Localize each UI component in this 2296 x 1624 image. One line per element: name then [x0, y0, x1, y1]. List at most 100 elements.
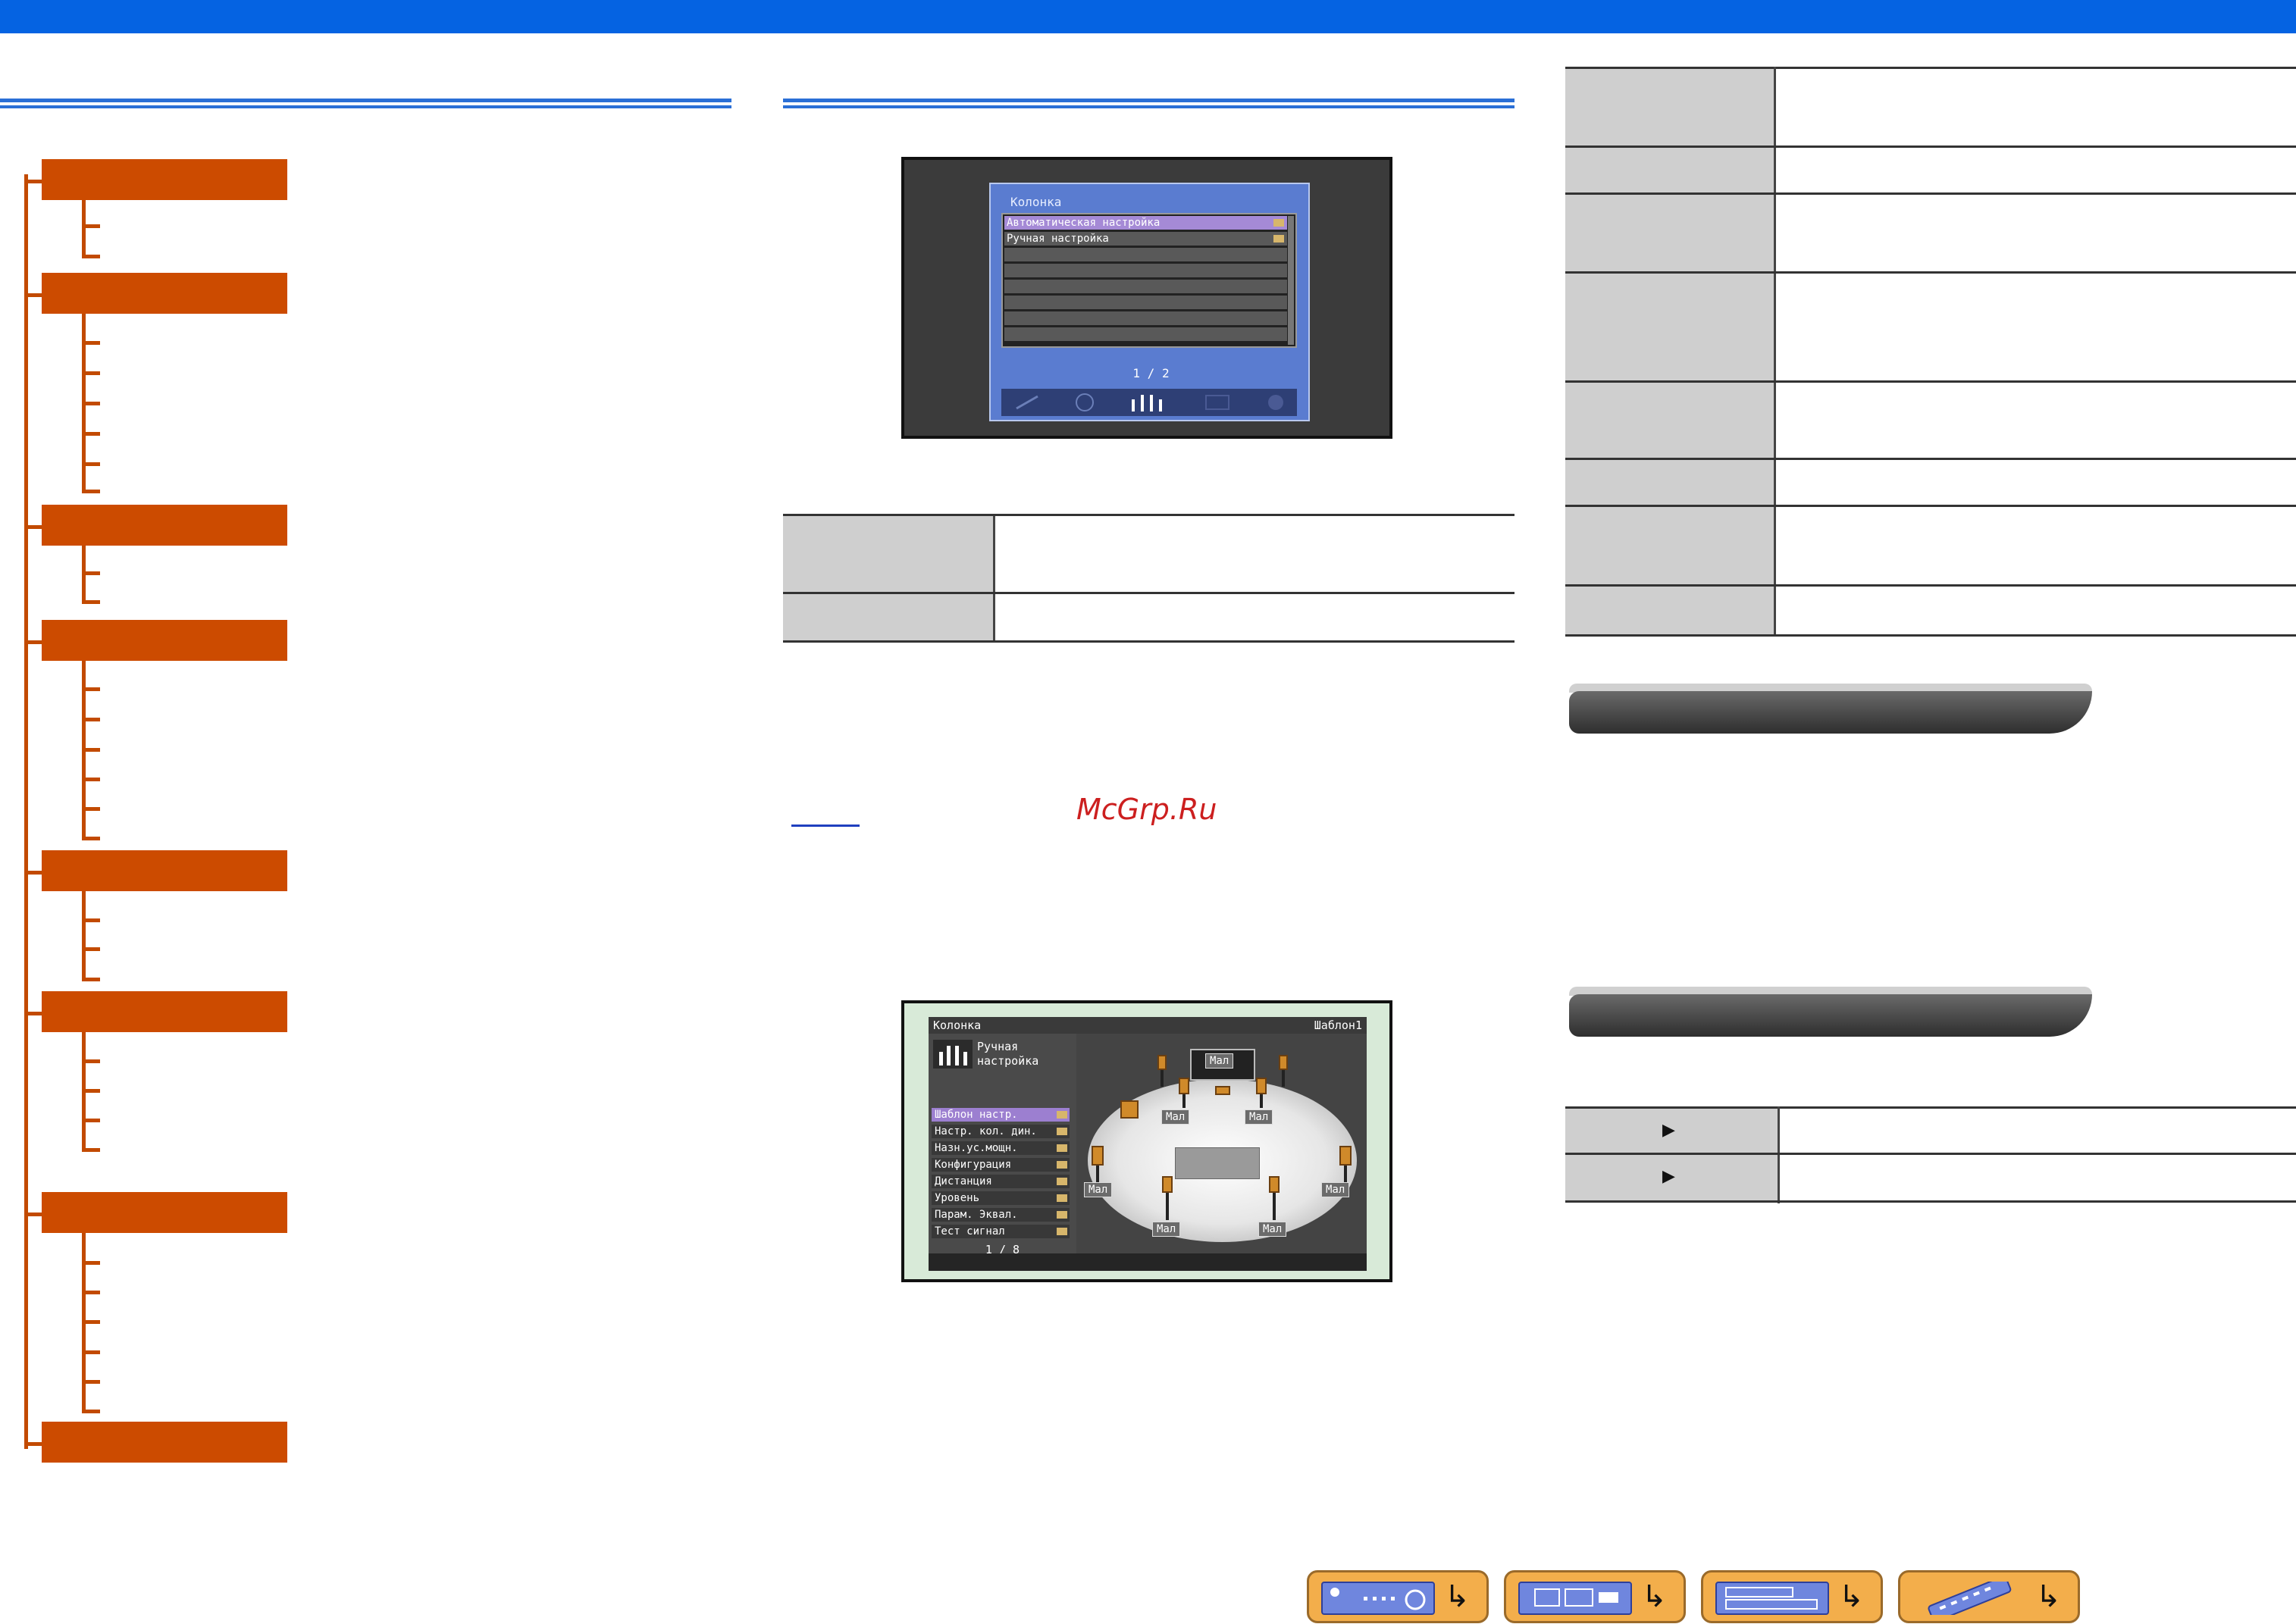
menu-item-speaker-config[interactable]: Настр. кол. дин. [932, 1125, 1070, 1138]
receiver-display-icon [1518, 1582, 1632, 1615]
menu-item-test-tone[interactable]: Тест сигнал [932, 1225, 1070, 1238]
speaker-label-front-left: Мал [1161, 1109, 1190, 1125]
display-icon [1205, 395, 1229, 410]
surround-left-speaker-icon [1092, 1146, 1104, 1166]
presence-left-speaker-icon [1179, 1078, 1189, 1094]
speaker-layout-diagram: Мал Мал Мал Мал Мал Мал Мал [1076, 1034, 1367, 1253]
speaker-label-front-right: Мал [1245, 1109, 1273, 1125]
menu-category-2[interactable] [42, 273, 287, 314]
osd-item-manual-setup[interactable]: Ручная настройка [1004, 232, 1287, 246]
nav-button-rear-panel[interactable]: ↳ [1701, 1570, 1883, 1623]
nav-button-display[interactable]: ↳ [1504, 1570, 1686, 1623]
options-table-middle [783, 514, 1514, 643]
osd-section-title: Ручная настройка [977, 1040, 1039, 1068]
speaker-label-back-left: Мал [1152, 1222, 1181, 1237]
presence-right-speaker-icon [1256, 1078, 1267, 1094]
wrench-icon [1016, 395, 1038, 410]
table-row[interactable]: ▶ [1565, 1155, 1778, 1200]
surround-right-speaker-icon [1339, 1146, 1352, 1166]
osd-page-indicator: 1 / 2 [1132, 366, 1170, 380]
page-reference-link[interactable] [791, 825, 860, 827]
table-row [1565, 460, 1774, 505]
menu-category-5[interactable] [42, 850, 287, 891]
menu-item-configuration[interactable]: Конфигурация [932, 1158, 1070, 1172]
receiver-rear-icon [1715, 1582, 1829, 1615]
list-item [1004, 264, 1287, 277]
receiver-front-icon [1321, 1582, 1435, 1615]
folder-icon [1057, 1178, 1067, 1185]
scrollbar[interactable] [1288, 216, 1294, 345]
top-header-bar [0, 0, 2296, 33]
speaker-label-surround-right: Мал [1321, 1182, 1350, 1197]
menu-category-4[interactable] [42, 620, 287, 661]
speaker-label-back-right: Мал [1258, 1222, 1287, 1237]
table-row [1565, 69, 1774, 146]
nav-button-front-panel[interactable]: ↳ [1307, 1570, 1489, 1623]
osd-icon-strip [1001, 389, 1297, 416]
return-arrow-icon: ↳ [2035, 1579, 2061, 1614]
play-arrow-icon: ▶ [1662, 1121, 1675, 1140]
osd-list: Автоматическая настройка Ручная настройк… [1001, 213, 1297, 348]
menu-category-7[interactable] [42, 1192, 287, 1233]
menu-category-8[interactable] [42, 1422, 287, 1463]
folder-icon [1057, 1211, 1067, 1219]
subwoofer-icon [1120, 1100, 1139, 1119]
osd-item-auto-setup[interactable]: Автоматическая настройка [1004, 216, 1287, 230]
osd-pattern: Шаблон1 [1314, 1019, 1362, 1032]
nav-button-remote[interactable]: ↳ [1898, 1570, 2080, 1623]
osd-header: Колонка Шаблон1 [929, 1017, 1367, 1034]
front-left-speaker-icon [1157, 1055, 1167, 1070]
folder-icon [1057, 1161, 1067, 1169]
menu-item-eq[interactable]: Парам. Эквал. [932, 1208, 1070, 1222]
list-item [1004, 311, 1287, 325]
menu-category-1[interactable] [42, 159, 287, 200]
list-item [1004, 280, 1287, 293]
speaker-label-surround-left: Мал [1084, 1182, 1113, 1197]
center-speaker-icon [1215, 1086, 1230, 1095]
folder-icon [1057, 1111, 1067, 1119]
section-rule-middle [783, 99, 1514, 111]
return-arrow-icon: ↳ [1641, 1579, 1667, 1614]
section-banner-2 [1569, 987, 2092, 1037]
setup-category-icons [1016, 393, 1283, 411]
table-row [1565, 383, 1774, 458]
list-item [1004, 327, 1287, 341]
menu-item-pattern[interactable]: Шаблон настр. [932, 1108, 1070, 1122]
table-row [1565, 507, 1774, 584]
section-banner-1 [1569, 684, 2092, 734]
front-right-speaker-icon [1279, 1055, 1288, 1070]
options-table-right [1565, 67, 2296, 637]
watermark: McGrp.Ru [1076, 793, 1217, 826]
back-right-speaker-icon [1269, 1176, 1280, 1193]
speaker-setup-icon [933, 1040, 973, 1069]
speaker-setup-icon [1132, 395, 1162, 411]
table-row [1565, 587, 1774, 634]
menu-category-6[interactable] [42, 991, 287, 1032]
list-item [1004, 296, 1287, 309]
osd-window: Колонка Шаблон1 Ручная настройка Шаблон … [929, 1017, 1367, 1271]
osd-screen-speaker-menu: Колонка Автоматическая настройка Ручная … [901, 157, 1392, 439]
folder-icon [1057, 1144, 1067, 1152]
osd-title: Колонка [1010, 195, 1062, 209]
osd-menu-panel: Ручная настройка Шаблон настр. Настр. ко… [929, 1034, 1076, 1256]
return-arrow-icon: ↳ [1444, 1579, 1470, 1614]
speaker-label-center: Мал [1205, 1053, 1234, 1069]
return-arrow-icon: ↳ [1838, 1579, 1864, 1614]
table-row[interactable]: ▶ [1565, 1109, 1778, 1153]
menu-item-level[interactable]: Уровень [932, 1191, 1070, 1205]
sofa-icon [1175, 1147, 1260, 1179]
osd-window: Колонка Автоматическая настройка Ручная … [989, 183, 1310, 421]
osd-title: Колонка [933, 1019, 982, 1032]
play-arrow-icon: ▶ [1662, 1167, 1675, 1186]
folder-icon [1273, 219, 1284, 227]
folder-icon [1057, 1228, 1067, 1235]
options-table-bottom: ▶ ▶ [1565, 1106, 2296, 1203]
remote-control-icon [1912, 1575, 2026, 1622]
section-rule-left [0, 99, 731, 111]
menu-category-3[interactable] [42, 505, 287, 546]
table-row [1565, 195, 1774, 271]
folder-icon [1057, 1128, 1067, 1135]
list-item [1004, 248, 1287, 261]
menu-item-amp-assign[interactable]: Назн.ус.мощн. [932, 1141, 1070, 1155]
menu-item-distance[interactable]: Дистанция [932, 1175, 1070, 1188]
